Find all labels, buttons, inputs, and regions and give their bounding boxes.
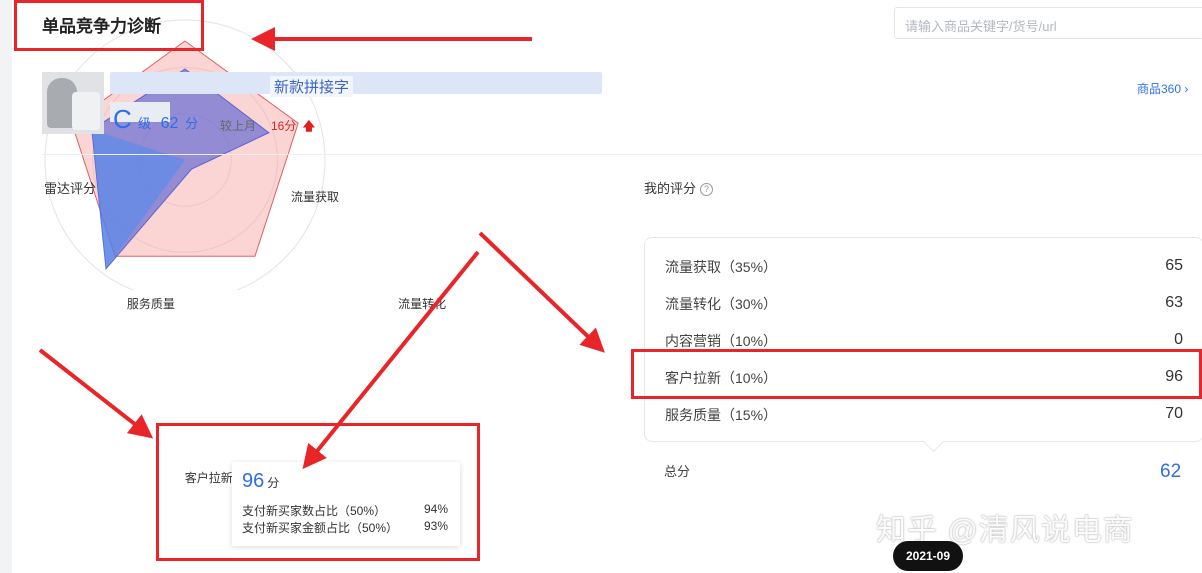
date-badge: 2021-09 [893,541,963,571]
arrow-to-customer-axis [38,348,154,439]
annotation-arrows [38,27,605,470]
arrow-to-tooltip [302,250,480,470]
arrow-to-score-row [478,231,605,353]
